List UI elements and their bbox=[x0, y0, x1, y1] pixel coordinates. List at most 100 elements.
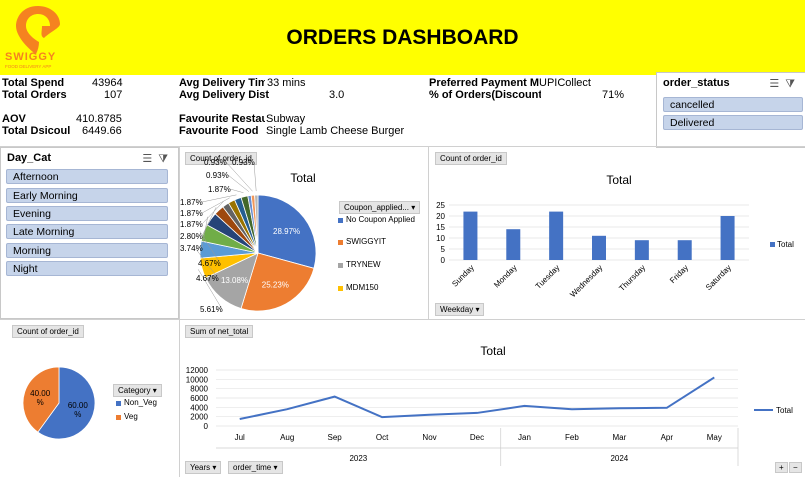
kpi-avg-delivery-dist-label: Avg Delivery Dist bbox=[179, 89, 270, 101]
pie-leader-line bbox=[201, 194, 237, 203]
slicer-item-delivered[interactable]: Delivered bbox=[663, 115, 803, 130]
year-label: 2024 bbox=[610, 454, 628, 463]
x-tick-label: Saturday bbox=[704, 263, 733, 292]
coupon-legend-dropdown[interactable]: Coupon_applied... ▾ bbox=[339, 201, 421, 214]
slicer-item-morning[interactable]: Morning bbox=[6, 243, 168, 258]
dropdown-arrow-icon: ▾ bbox=[273, 463, 278, 472]
order-time-dropdown[interactable]: order_time ▾ bbox=[228, 461, 283, 474]
slicer-item-afternoon[interactable]: Afternoon bbox=[6, 169, 168, 184]
y-tick-label: 0 bbox=[204, 422, 209, 431]
bar bbox=[720, 216, 735, 260]
kpi-total-discount-label: Total Dsicoul bbox=[2, 125, 71, 137]
category-pie-legend: Non_Veg Veg bbox=[116, 398, 176, 426]
kpi-pct-discount-value: 71% bbox=[602, 89, 625, 101]
pie-data-label: 60.00 bbox=[68, 401, 89, 410]
collapse-field-button[interactable]: − bbox=[789, 462, 802, 473]
coupon-pie-legend: No Coupon Applied SWIGGYIT TRYNEW MDM150 bbox=[338, 215, 420, 305]
multi-select-icon[interactable]: ☰ bbox=[142, 153, 158, 165]
y-tick-label: 10000 bbox=[186, 375, 209, 384]
y-tick-label: 15 bbox=[436, 223, 445, 232]
dropdown-arrow-icon: ▾ bbox=[212, 463, 217, 472]
logo-text: SWIGGY bbox=[5, 51, 57, 63]
y-tick-label: 4000 bbox=[190, 403, 208, 412]
legend-item: No Coupon Applied bbox=[338, 215, 420, 237]
kpi-fav-restaurant-label: Favourite Restau bbox=[179, 113, 265, 125]
y-tick-label: 0 bbox=[441, 256, 446, 265]
pie-data-label: % bbox=[37, 398, 44, 407]
pie-data-label: 2.80% bbox=[180, 232, 203, 241]
dropdown-arrow-icon: ▾ bbox=[475, 305, 480, 314]
year-label: 2023 bbox=[349, 454, 367, 463]
legend-item: TRYNEW bbox=[338, 260, 420, 283]
slicer-item-night[interactable]: Night bbox=[6, 261, 168, 276]
bar bbox=[463, 211, 478, 260]
day-cat-slicer: Day_Cat ☰⧩ Afternoon Early Morning Eveni… bbox=[0, 147, 179, 319]
x-tick-label: May bbox=[707, 433, 722, 442]
bar bbox=[549, 211, 564, 260]
weekday-axis-dropdown[interactable]: Weekday ▾ bbox=[435, 303, 485, 316]
x-tick-label: Jan bbox=[518, 433, 531, 442]
clear-filter-icon[interactable]: ⧩ bbox=[158, 153, 174, 165]
y-tick-label: 6000 bbox=[190, 394, 208, 403]
kpi-total-spend-label: Total Spend bbox=[2, 77, 65, 89]
logo-subtext: FOOD DELIVERY APP bbox=[5, 64, 52, 69]
kpi-fav-food-value: Single Lamb Cheese Burger bbox=[266, 125, 405, 137]
day-cat-slicer-title: Day_Cat bbox=[7, 152, 52, 164]
pie-data-label: 1.87% bbox=[208, 185, 231, 194]
legend-swatch bbox=[338, 286, 343, 291]
x-tick-label: Wednesday bbox=[568, 263, 604, 299]
clear-filter-icon[interactable]: ⧩ bbox=[785, 78, 801, 90]
y-tick-label: 5 bbox=[441, 245, 446, 254]
years-dropdown[interactable]: Years ▾ bbox=[185, 461, 222, 474]
x-tick-label: Oct bbox=[376, 433, 389, 442]
dropdown-arrow-icon: ▾ bbox=[152, 386, 157, 395]
legend-swatch bbox=[338, 240, 343, 245]
slicer-item-early-morning[interactable]: Early Morning bbox=[6, 188, 168, 203]
pie-data-label: 0.93% bbox=[206, 171, 229, 180]
legend-swatch bbox=[116, 401, 121, 406]
bar bbox=[506, 229, 521, 260]
bar bbox=[634, 240, 649, 260]
kpi-total-orders-value: 107 bbox=[104, 89, 123, 101]
pie-data-label: 1.87% bbox=[180, 220, 203, 229]
bar-chart-title: Total bbox=[606, 173, 631, 187]
multi-select-icon[interactable]: ☰ bbox=[769, 78, 785, 90]
pie-data-label: 13.08% bbox=[221, 276, 248, 285]
legend-label: Total bbox=[776, 406, 793, 415]
legend-swatch bbox=[770, 242, 775, 247]
x-tick-label: Aug bbox=[280, 433, 294, 442]
pie-leader-line bbox=[229, 188, 244, 193]
slicer-item-late-morning[interactable]: Late Morning bbox=[6, 224, 168, 239]
legend-swatch bbox=[338, 263, 343, 268]
dropdown-arrow-icon: ▾ bbox=[411, 203, 416, 212]
pie-data-label: 1.87% bbox=[180, 198, 203, 207]
x-tick-label: Tuesday bbox=[534, 263, 562, 291]
slicer-item-cancelled[interactable]: cancelled bbox=[663, 97, 803, 112]
kpi-avg-delivery-dist-value: 3.0 bbox=[329, 89, 345, 101]
legend-item: MDM150 bbox=[338, 283, 420, 305]
y-tick-label: 25 bbox=[436, 201, 445, 210]
x-tick-label: Nov bbox=[422, 433, 436, 442]
order-status-slicer-title: order_status bbox=[663, 77, 730, 89]
kpi-total-orders-label: Total Orders bbox=[2, 89, 67, 101]
kpi-fav-food-label: Favourite Food bbox=[179, 125, 259, 137]
kpi-total-spend-value: 43964 bbox=[92, 77, 123, 89]
pie-data-label: 4.67% bbox=[198, 259, 221, 268]
y-tick-label: 2000 bbox=[190, 413, 208, 422]
x-tick-label: Sep bbox=[328, 433, 343, 442]
kpi-pref-payment-value: UPICollect bbox=[539, 77, 591, 89]
x-tick-label: Friday bbox=[668, 263, 690, 285]
pie-data-label: 4.67% bbox=[196, 274, 219, 283]
x-tick-label: Sunday bbox=[450, 263, 476, 289]
slicer-item-evening[interactable]: Evening bbox=[6, 206, 168, 221]
expand-field-button[interactable]: + bbox=[775, 462, 788, 473]
pie-data-label: 25.23% bbox=[262, 280, 289, 289]
monthly-line-chart: Total 020004000600080001000012000 Jul Aug Se… bbox=[186, 344, 793, 466]
line-chart-title: Total bbox=[480, 344, 505, 358]
kpi-pref-payment-label: Preferred Payment M bbox=[429, 77, 539, 89]
x-tick-label: Feb bbox=[565, 433, 579, 442]
category-legend-dropdown[interactable]: Category ▾ bbox=[113, 384, 162, 397]
y-tick-label: 8000 bbox=[190, 385, 208, 394]
legend-item: Non_Veg bbox=[116, 398, 176, 412]
kpi-total-discount-value: 6449.66 bbox=[82, 125, 122, 137]
